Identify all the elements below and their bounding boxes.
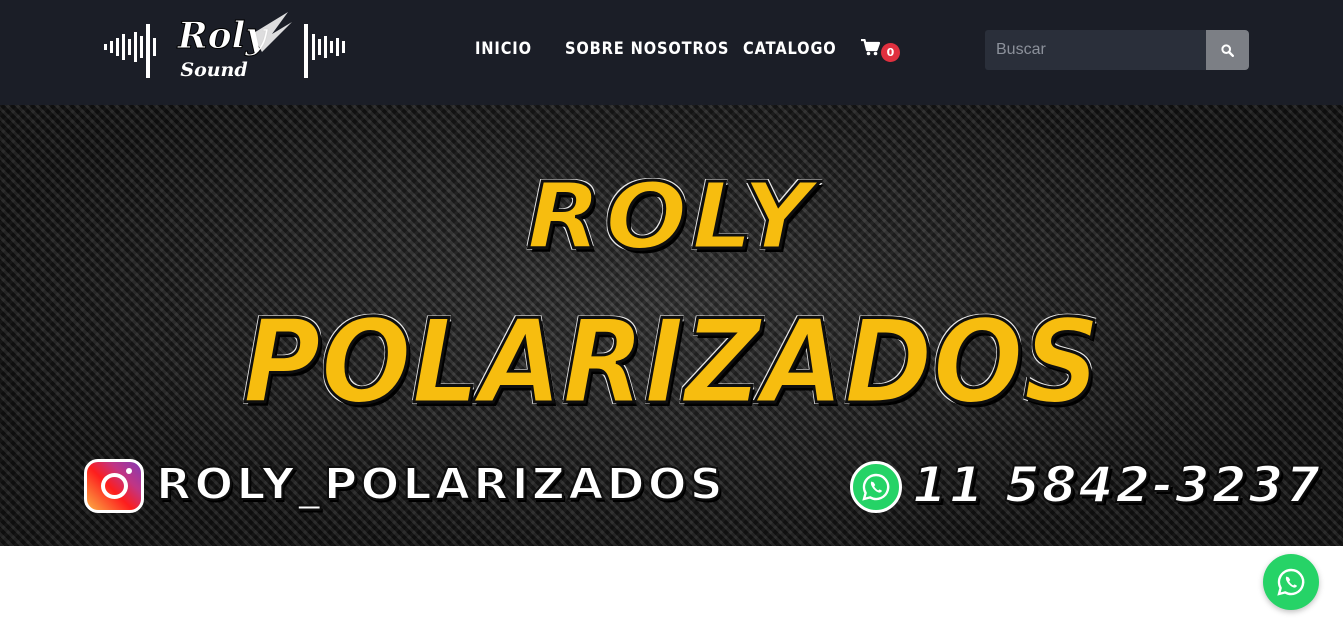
instagram-handle: ROLY_POLARIZADOS	[155, 458, 726, 511]
nav-sobre-nosotros[interactable]: SOBRE NOSOTROS	[565, 39, 728, 59]
instagram-icon	[84, 459, 144, 513]
whatsapp-icon	[1277, 568, 1305, 596]
main-nav: INICIO SOBRE NOSOTROS CATALOGO	[475, 37, 863, 61]
logo-link[interactable]: Roly Sound	[102, 8, 352, 84]
nav-inicio[interactable]: INICIO	[475, 39, 531, 59]
hero-title-roly: ROLY	[525, 162, 817, 272]
phone-number: 11 5842-3237	[911, 455, 1323, 515]
whatsapp-icon	[850, 461, 902, 513]
roly-sound-logo: Roly Sound	[104, 12, 345, 81]
logo-text-sound: Sound	[180, 59, 247, 81]
social-row: ROLY_POLARIZADOS 11 5842-3237	[84, 455, 1321, 517]
cart-button[interactable]: 0	[861, 38, 903, 64]
search-icon	[1221, 43, 1234, 57]
floating-whatsapp-button[interactable]	[1263, 554, 1319, 610]
hero-banner: ROLY POLARIZADOS ROLY_POLARIZADOS 11 584…	[0, 105, 1343, 546]
cart-count-badge: 0	[881, 43, 900, 62]
search-input[interactable]	[985, 30, 1206, 70]
cart-icon	[861, 39, 880, 56]
nav-catalogo[interactable]: CATALOGO	[743, 39, 836, 59]
site-header: Roly Sound INICIO SOBRE NOSOTROS CATALOG…	[0, 0, 1343, 105]
search-form	[985, 30, 1249, 70]
hero-title-polarizados: POLARIZADOS	[241, 294, 1101, 432]
search-button[interactable]	[1206, 30, 1249, 70]
